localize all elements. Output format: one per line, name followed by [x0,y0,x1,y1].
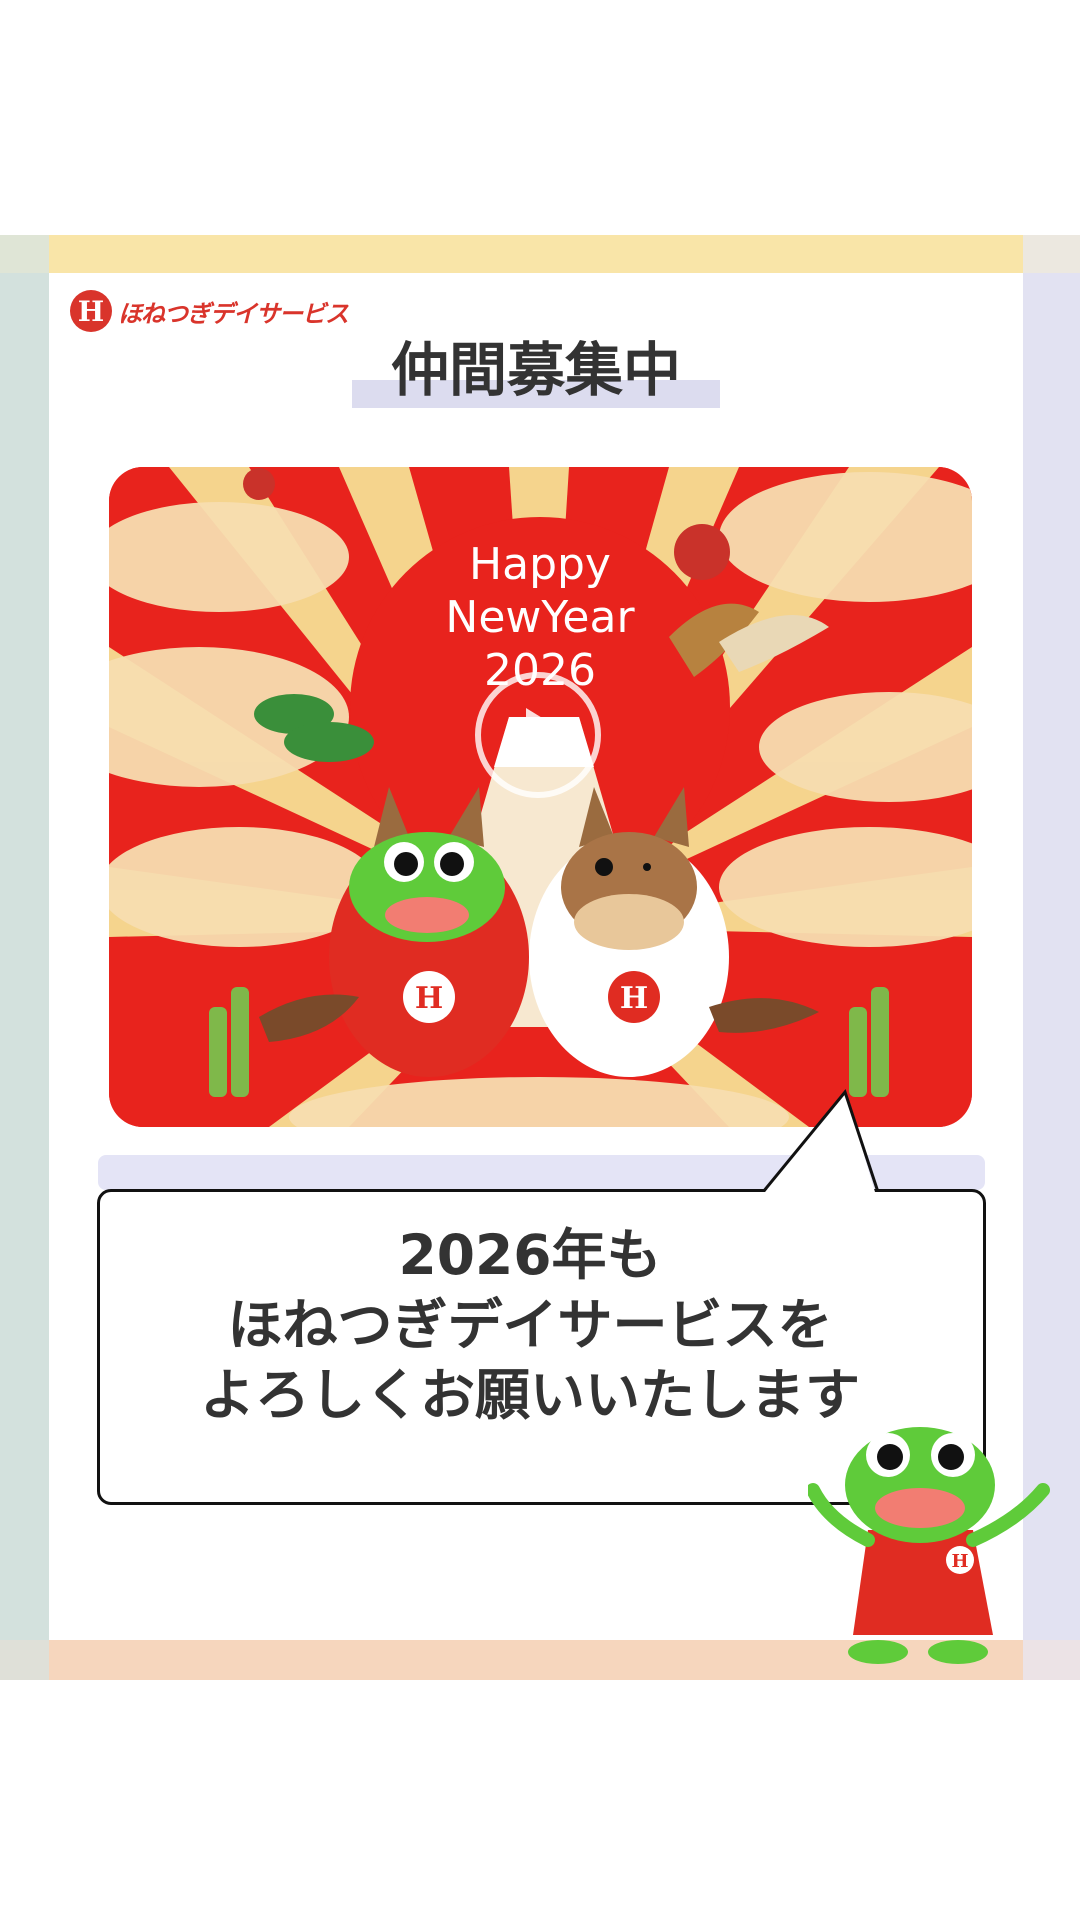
brand-logo: H ほねつぎデイサービス [70,290,349,332]
brand-name: ほねつぎデイサービス [118,299,349,328]
corner-tl [0,235,49,273]
corner-bl [0,1640,49,1680]
horse-badge-letter: H [620,981,648,1016]
page-title: 仲間募集中 [390,336,681,404]
mascot-badge-letter: H [951,1551,968,1572]
greeting-line1: Happy [469,539,611,590]
left-color-strip [0,273,49,1640]
frog-mascot: H [808,1427,1050,1664]
greeting-line2: NewYear [445,592,635,643]
heading-block: 仲間募集中 [352,333,720,408]
top-color-strip [49,235,1023,273]
logo-mark: H [70,290,112,332]
play-button[interactable] [475,672,601,798]
message: 2026年も ほねつぎデイサービスを よろしくお願いいたします [100,1220,960,1430]
corner-tr [1023,235,1080,273]
message-line1: 2026年も [398,1223,662,1287]
message-line2: ほねつぎデイサービスを [227,1293,833,1357]
speech-bubble-tail [761,1088,880,1192]
frog-badge-letter: H [415,981,443,1016]
